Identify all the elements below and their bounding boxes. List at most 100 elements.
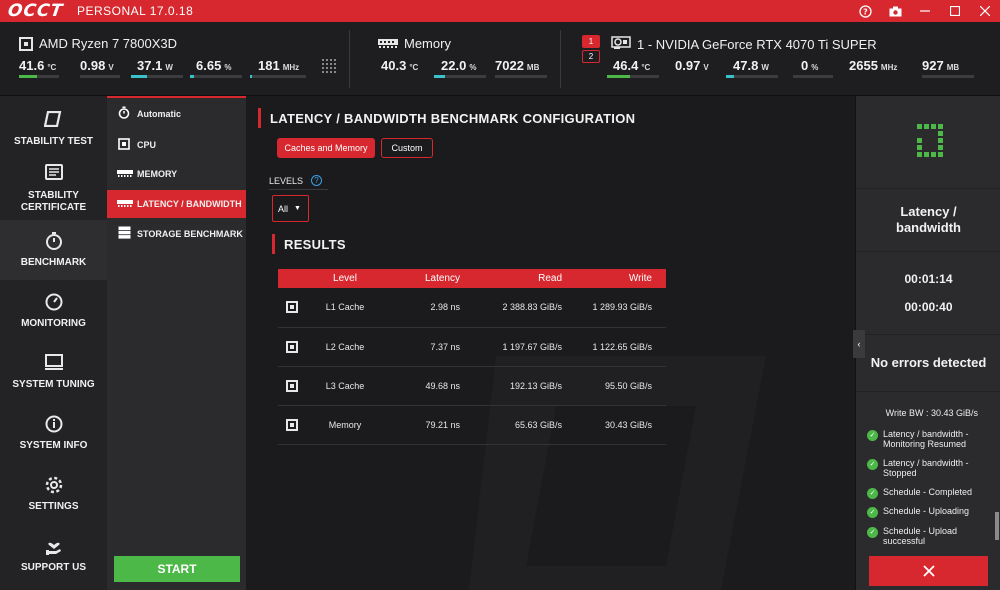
levels-select[interactable]: All ▼ bbox=[272, 195, 309, 222]
col-write: Write bbox=[566, 269, 666, 288]
gpu-header: 1 - NVIDIA GeForce RTX 4070 Ti SUPER bbox=[611, 36, 877, 52]
memory-used: 7022 MB bbox=[495, 57, 547, 78]
divider bbox=[560, 30, 561, 88]
subnav-cpu[interactable]: CPU bbox=[107, 131, 246, 159]
log-entry: ✓ Latency / bandwidth - Monitoring Resume… bbox=[867, 429, 992, 449]
stability-test-icon bbox=[43, 110, 64, 132]
subnav-storage-benchmark[interactable]: STORAGE BENCHMARK bbox=[107, 220, 246, 248]
nav-benchmark[interactable]: BENCHMARK bbox=[0, 220, 107, 280]
nav-support-us[interactable]: SUPPORT US bbox=[0, 525, 107, 585]
nav-monitoring[interactable]: MONITORING bbox=[0, 281, 107, 341]
check-icon: ✓ bbox=[867, 507, 878, 518]
error-status: No errors detected bbox=[870, 355, 987, 370]
subnav-memory[interactable]: MEMORY bbox=[107, 160, 246, 188]
core-grid-icon[interactable] bbox=[322, 59, 336, 78]
heart-hand-icon bbox=[44, 536, 64, 558]
table-row: L1 Cache 2.98 ns 2 388.83 GiB/s 1 289.93… bbox=[278, 288, 666, 328]
cpu-usage: 6.65% bbox=[190, 57, 242, 78]
memory-usage: 22.0% bbox=[434, 57, 486, 78]
gauge-icon bbox=[44, 292, 64, 314]
test-status-panel: Latency / bandwidth 00:01:14 00:00:40 No … bbox=[855, 96, 1000, 590]
page-title: LATENCY / BANDWIDTH BENCHMARK CONFIGURAT… bbox=[270, 110, 636, 126]
gpu-power: 47.8 W bbox=[726, 57, 778, 78]
gpu-usage: 0% bbox=[793, 57, 833, 78]
timers-block: 00:01:14 00:00:40 bbox=[856, 252, 1000, 334]
main-nav: STABILITY TEST STABILITY CERTIFICATE BEN… bbox=[0, 96, 107, 590]
subnav-latency-bandwidth[interactable]: LATENCY / BANDWIDTH bbox=[107, 190, 246, 218]
memory-icon bbox=[117, 198, 133, 210]
log-entry: ✓ Latency / bandwidth - Stopped bbox=[867, 458, 992, 478]
log-entry: ✓ Schedule - Uploading bbox=[867, 506, 992, 518]
remaining-timer: 00:00:40 bbox=[904, 300, 953, 314]
gear-icon bbox=[44, 475, 64, 497]
subnav-automatic[interactable]: Automatic bbox=[107, 100, 246, 128]
collapse-panel-toggle[interactable]: ‹ bbox=[853, 330, 865, 358]
cpu-temp: 41.6 °C bbox=[19, 57, 59, 78]
help-icon[interactable]: ? bbox=[850, 0, 880, 22]
main-panel: LATENCY / BANDWIDTH BENCHMARK CONFIGURAT… bbox=[246, 96, 855, 590]
cpu-icon bbox=[19, 36, 33, 51]
log-header: Write BW : 30.43 GiB/s bbox=[885, 408, 978, 418]
tab-custom[interactable]: Custom bbox=[381, 138, 433, 158]
cpu-power: 37.1 W bbox=[131, 57, 183, 78]
gpu-badge-2[interactable]: 2 bbox=[582, 50, 600, 63]
help-icon[interactable]: ? bbox=[311, 175, 323, 186]
hardware-monitor-bar: AMD Ryzen 7 7800X3D 41.6 °C 0.98 V 37.1 W 6… bbox=[0, 22, 1000, 96]
storage-icon bbox=[117, 226, 131, 242]
stop-test-button[interactable] bbox=[869, 556, 988, 586]
gpu-memory: 927 MB bbox=[922, 57, 974, 78]
close-icon[interactable] bbox=[970, 0, 1000, 22]
error-status-block: No errors detected bbox=[856, 335, 1000, 391]
certificate-icon bbox=[44, 164, 64, 186]
cpu-icon bbox=[117, 137, 131, 153]
nav-system-info[interactable]: SYSTEM INFO bbox=[0, 403, 107, 463]
check-icon: ✓ bbox=[867, 488, 878, 499]
tab-caches-and-memory[interactable]: Caches and Memory bbox=[277, 138, 375, 158]
close-icon bbox=[922, 565, 935, 577]
gpu-icon bbox=[611, 36, 631, 52]
results-title: RESULTS bbox=[284, 236, 346, 252]
minimize-icon[interactable] bbox=[910, 0, 940, 22]
nav-system-tuning[interactable]: SYSTEM TUNING bbox=[0, 342, 107, 402]
check-icon: ✓ bbox=[867, 459, 878, 470]
gpu-temp: 46.4 °C bbox=[607, 57, 659, 78]
camera-icon[interactable] bbox=[880, 0, 910, 22]
svg-text:?: ? bbox=[863, 7, 868, 16]
gpu-clock: 2655 MHz bbox=[849, 58, 898, 73]
gpu-badge-1[interactable]: 1 bbox=[582, 35, 600, 48]
elapsed-timer: 00:01:14 bbox=[904, 272, 953, 286]
benchmark-subnav: Automatic CPU MEMORY LATENCY / BANDWIDTH… bbox=[107, 96, 246, 590]
maximize-icon[interactable] bbox=[940, 0, 970, 22]
start-button[interactable]: START bbox=[114, 556, 240, 582]
cpu-header: AMD Ryzen 7 7800X3D bbox=[19, 36, 177, 51]
nav-stability-certificate[interactable]: STABILITY CERTIFICATE bbox=[0, 159, 107, 219]
levels-label: LEVELS ? bbox=[269, 175, 323, 186]
title-bar: OCCT PERSONAL 17.0.18 ? bbox=[0, 0, 1000, 22]
stopwatch-icon bbox=[44, 231, 64, 253]
table-row: L2 Cache 7.37 ns 1 197.67 GiB/s 1 122.65… bbox=[278, 327, 666, 367]
col-read: Read bbox=[466, 269, 566, 288]
nav-stability-test[interactable]: STABILITY TEST bbox=[0, 99, 107, 159]
cpu-name: AMD Ryzen 7 7800X3D bbox=[39, 36, 178, 51]
memory-icon bbox=[378, 36, 398, 51]
gpu-voltage: 0.97 V bbox=[675, 58, 709, 73]
row-checkbox[interactable] bbox=[286, 301, 298, 314]
config-header: LATENCY / BANDWIDTH BENCHMARK CONFIGURAT… bbox=[258, 108, 635, 128]
running-indicator-icon bbox=[916, 124, 943, 157]
test-name: Latency / bandwidth bbox=[896, 204, 961, 235]
row-checkbox[interactable] bbox=[286, 340, 298, 353]
log-entry: ✓ Schedule - Completed bbox=[867, 487, 992, 499]
row-checkbox[interactable] bbox=[286, 418, 298, 431]
row-checkbox[interactable] bbox=[286, 379, 298, 392]
info-icon bbox=[44, 414, 64, 436]
chevron-down-icon: ▼ bbox=[294, 205, 301, 212]
memory-header: Memory bbox=[378, 36, 451, 51]
memory-icon bbox=[117, 168, 133, 180]
col-latency: Latency bbox=[378, 269, 466, 288]
log-scrollbar[interactable] bbox=[995, 512, 999, 540]
nav-settings[interactable]: SETTINGS bbox=[0, 464, 107, 524]
app-logo: OCCT bbox=[6, 1, 65, 21]
memory-name: Memory bbox=[404, 36, 451, 51]
check-icon: ✓ bbox=[867, 527, 878, 538]
table-header-row: Level Latency Read Write bbox=[278, 269, 666, 288]
